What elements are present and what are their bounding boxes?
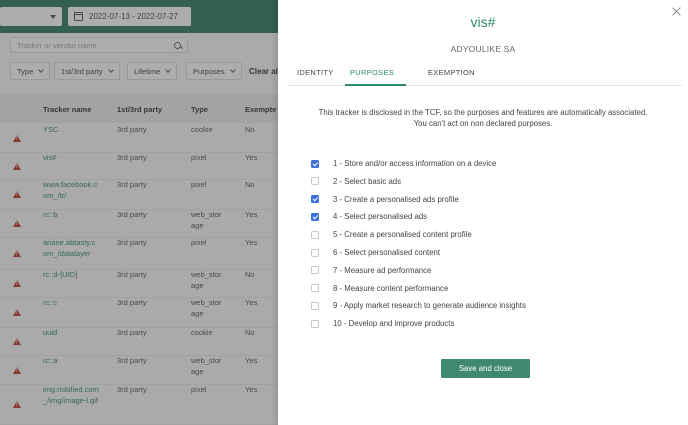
checkbox-unchecked-icon[interactable] (311, 319, 319, 328)
checkbox-unchecked-icon[interactable] (311, 266, 319, 275)
checkbox-unchecked-icon[interactable] (311, 248, 319, 257)
purpose-item[interactable]: 4 - Select personalised ads (311, 212, 427, 221)
purpose-item[interactable]: 7 - Measure ad performance (311, 266, 431, 275)
tcf-info-line-2: You can't act on non declared purposes. (413, 119, 553, 128)
save-and-close-button[interactable]: Save and close (441, 359, 530, 378)
active-tab-indicator (345, 84, 406, 86)
tab-identity[interactable]: IDENTITY (297, 68, 334, 83)
purpose-label: 6 - Select personalised content (333, 248, 441, 257)
purpose-label: 3 - Create a personalised ads profile (333, 194, 459, 204)
purpose-label: 7 - Measure ad performance (333, 265, 432, 275)
purpose-label: 8 - Measure content performance (333, 283, 449, 293)
purpose-label: 2 - Select basic ads (333, 176, 402, 186)
purpose-label: 9 - Apply market research to generate au… (333, 301, 526, 311)
checkbox-checked-icon[interactable] (311, 212, 319, 221)
checkbox-unchecked-icon[interactable] (311, 284, 319, 293)
purpose-item[interactable]: 1 - Store and/or access information on a… (311, 159, 496, 168)
tab-purposes[interactable]: PURPOSES (350, 68, 394, 83)
purpose-label: 5 - Create a personalised content profil… (333, 230, 472, 240)
purpose-item[interactable]: 5 - Create a personalised content profil… (311, 230, 472, 239)
purpose-label: 4 - Select personalised ads (333, 212, 428, 222)
purpose-label: 1 - Store and/or access information on a… (333, 159, 497, 168)
tracker-title: vis# (470, 14, 496, 30)
checkbox-unchecked-icon[interactable] (311, 230, 319, 239)
checkbox-checked-icon[interactable] (311, 195, 319, 204)
checkbox-checked-icon[interactable] (311, 159, 319, 168)
tab-exemption[interactable]: EXEMPTION (428, 68, 475, 83)
tracker-detail-panel: vis# ADYOULIKE SA IDENTITY PURPOSES EXEM… (278, 0, 688, 425)
vendor-name: ADYOULIKE SA (450, 44, 516, 54)
purpose-item[interactable]: 6 - Select personalised content (311, 248, 440, 257)
purpose-label: 10 - Develop and improve products (333, 319, 455, 329)
purpose-item[interactable]: 2 - Select basic ads (311, 177, 401, 186)
purpose-item[interactable]: 8 - Measure content performance (311, 284, 448, 293)
checkbox-unchecked-icon[interactable] (311, 301, 319, 310)
tcf-info-line-1: This tracker is disclosed in the TCF, so… (318, 108, 648, 117)
purpose-item[interactable]: 9 - Apply market research to generate au… (311, 301, 526, 310)
purpose-item[interactable]: 10 - Develop and improve products (311, 319, 454, 328)
tcf-info-text: This tracker is disclosed in the TCF, so… (298, 107, 668, 129)
purpose-item[interactable]: 3 - Create a personalised ads profile (311, 195, 459, 204)
checkbox-unchecked-icon[interactable] (311, 177, 319, 186)
detail-tabs: IDENTITY PURPOSES EXEMPTION (288, 62, 682, 86)
